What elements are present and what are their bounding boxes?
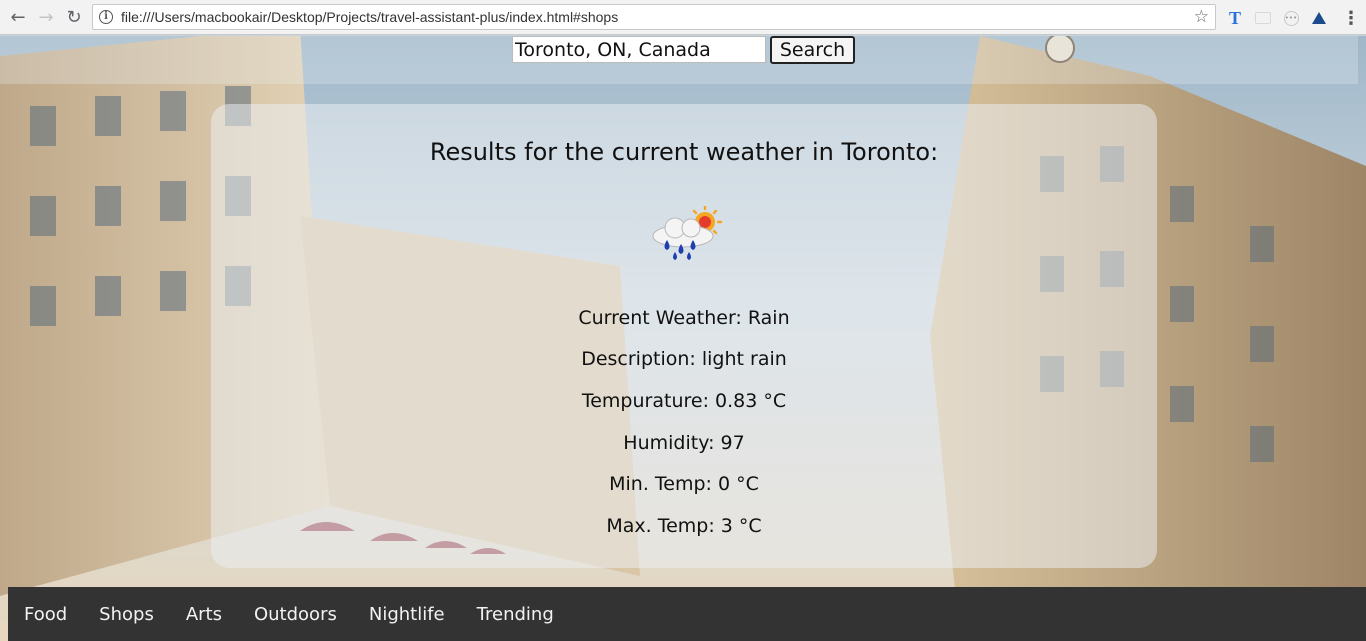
reload-icon[interactable]: ↻ — [63, 6, 85, 28]
page-viewport: Search Results for the current weather i… — [0, 36, 1366, 641]
extension-triangle-icon[interactable] — [1312, 12, 1326, 24]
browser-toolbar: ← → ↻ i file:///Users/macbookair/Desktop… — [0, 0, 1366, 35]
nav-item-shops[interactable]: Shops — [83, 604, 170, 625]
browser-menu-icon[interactable]: ⋮ — [1342, 8, 1360, 29]
info-icon[interactable]: i — [99, 10, 113, 24]
city-search-input[interactable] — [512, 36, 766, 63]
min-temp-text: Min. Temp: 0 °C — [609, 473, 759, 495]
translate-extension-icon[interactable]: T — [1226, 8, 1244, 28]
nav-item-trending[interactable]: Trending — [461, 604, 570, 625]
nav-item-arts[interactable]: Arts — [170, 604, 238, 625]
humidity-text: Humidity: 97 — [623, 432, 745, 454]
search-button[interactable]: Search — [770, 36, 855, 64]
address-bar[interactable]: i file:///Users/macbookair/Desktop/Proje… — [92, 4, 1216, 30]
current-weather-text: Current Weather: Rain — [578, 307, 790, 329]
extensions-bar: T ••• ⋮ — [1226, 7, 1360, 29]
category-nav: Food Shops Arts Outdoors Nightlife Trend… — [8, 587, 1366, 641]
bookmark-star-icon[interactable]: ☆ — [1194, 7, 1209, 27]
description-text: Description: light rain — [581, 348, 787, 370]
nav-item-food[interactable]: Food — [8, 604, 83, 625]
nav-item-nightlife[interactable]: Nightlife — [353, 604, 461, 625]
rain-cloud-sun-icon — [652, 206, 723, 260]
extension-box-icon[interactable] — [1255, 12, 1271, 24]
nav-item-outdoors[interactable]: Outdoors — [238, 604, 353, 625]
temperature-text: Tempurature: 0.83 °C — [581, 390, 787, 412]
extension-circle-icon[interactable]: ••• — [1283, 10, 1299, 26]
max-temp-text: Max. Temp: 3 °C — [606, 515, 762, 537]
weather-results-panel: Results for the current weather in Toron… — [211, 104, 1157, 568]
results-title: Results for the current weather in Toron… — [429, 138, 939, 166]
url-text: file:///Users/macbookair/Desktop/Project… — [121, 9, 619, 25]
forward-arrow-icon[interactable]: → — [35, 6, 57, 28]
back-arrow-icon[interactable]: ← — [7, 6, 29, 28]
